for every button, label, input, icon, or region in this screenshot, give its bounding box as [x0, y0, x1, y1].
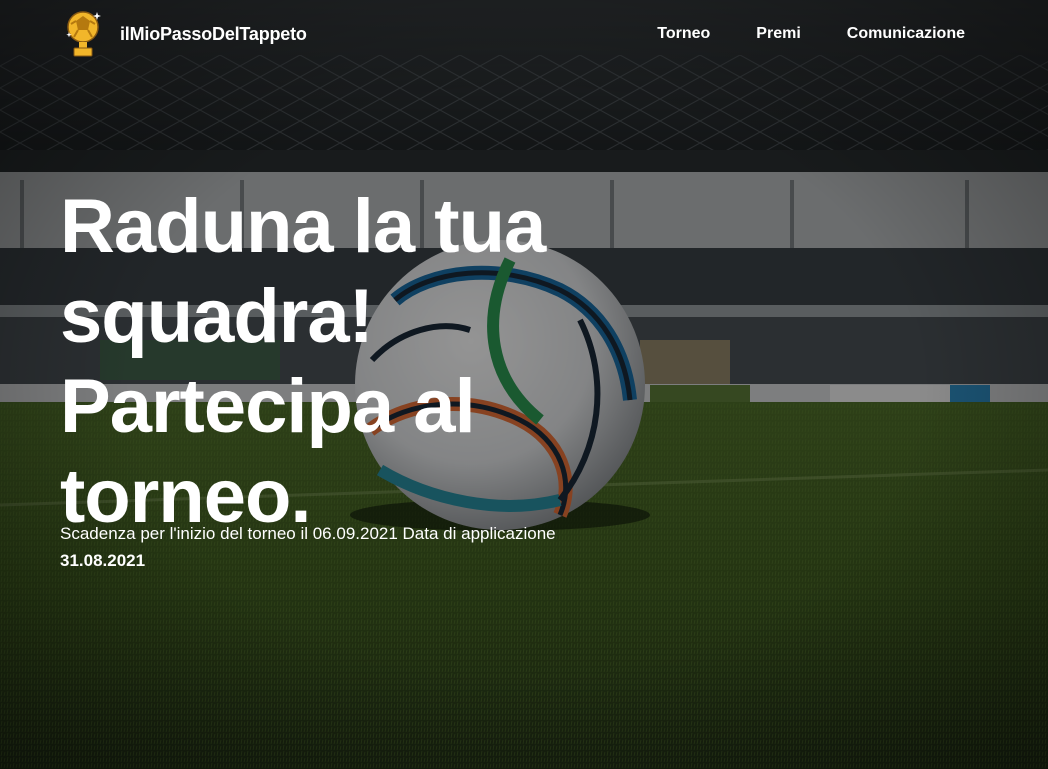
hero-headline: Raduna la tua squadra! Partecipa al torn… [60, 182, 640, 542]
headline-line-1: Raduna la tua [60, 184, 546, 269]
nav-link-torneo[interactable]: Torneo [657, 25, 710, 43]
nav-link-comunicazione[interactable]: Comunicazione [847, 25, 965, 43]
trophy-football-icon[interactable] [64, 10, 102, 60]
headline-line-3: Partecipa al [60, 364, 476, 449]
deadline-description: Scadenza per l'inizio del torneo il 06.0… [60, 524, 556, 543]
tournament-deadline-text: Scadenza per l'inizio del torneo il 06.0… [60, 520, 660, 574]
navbar: ilMioPassoDelTappeto Torneo Premi Comuni… [0, 0, 1048, 70]
application-date: 31.08.2021 [60, 551, 146, 570]
hero-section: ilMioPassoDelTappeto Torneo Premi Comuni… [0, 0, 1048, 769]
headline-line-2: squadra! [60, 274, 374, 359]
nav-link-premi[interactable]: Premi [756, 25, 800, 43]
brand-name[interactable]: ilMioPassoDelTappeto [120, 24, 307, 45]
main-navigation: Torneo Premi Comunicazione [657, 25, 965, 43]
